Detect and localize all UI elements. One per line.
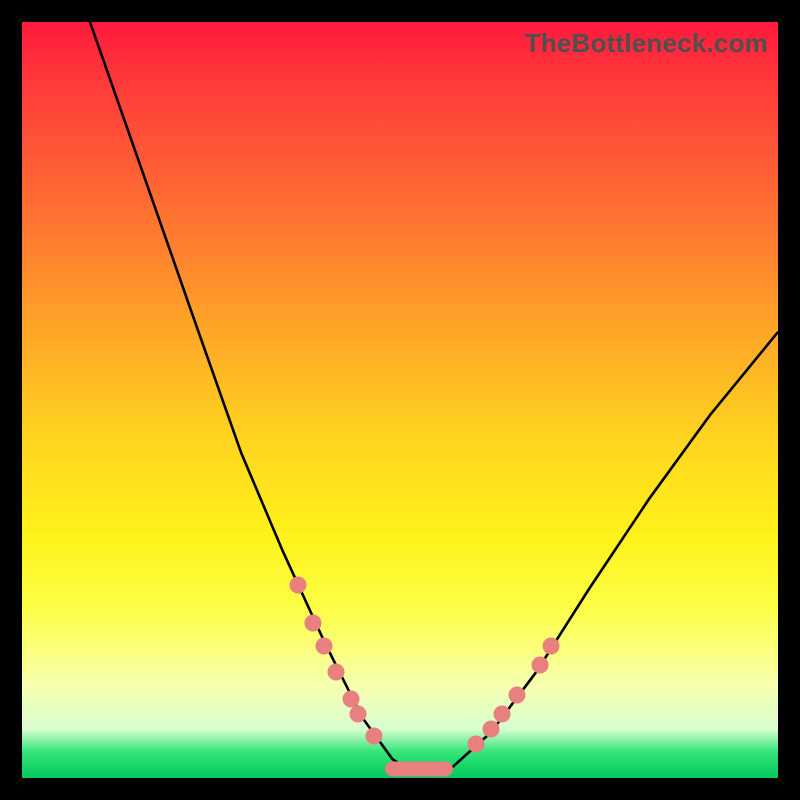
marker-right-0	[467, 735, 484, 752]
marker-right-4	[531, 656, 548, 673]
chart-frame: TheBottleneck.com	[0, 0, 800, 800]
marker-right-5	[543, 637, 560, 654]
marker-left-1	[305, 615, 322, 632]
trough-segment	[385, 761, 453, 776]
curve-left-branch	[90, 22, 415, 774]
marker-left-0	[289, 577, 306, 594]
marker-right-1	[482, 720, 499, 737]
marker-left-2	[316, 637, 333, 654]
marker-right-3	[509, 686, 526, 703]
plot-area: TheBottleneck.com	[22, 22, 778, 778]
marker-left-6	[365, 728, 382, 745]
marker-left-5	[350, 705, 367, 722]
bottleneck-curve	[22, 22, 778, 778]
curve-right-branch	[415, 332, 778, 774]
marker-right-2	[494, 705, 511, 722]
marker-left-3	[328, 664, 345, 681]
